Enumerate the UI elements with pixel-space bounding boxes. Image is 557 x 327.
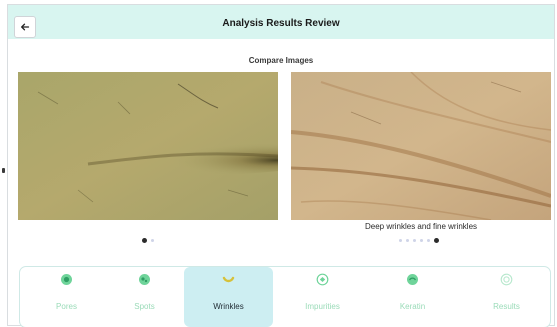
tab-impurities[interactable]: Impurities	[278, 267, 367, 327]
page-title: Analysis Results Review	[222, 18, 340, 29]
spots-icon	[138, 273, 151, 286]
carousel-dots-left[interactable]	[142, 238, 154, 243]
tab-label: Impurities	[305, 302, 340, 311]
compare-images-label: Compare Images	[248, 56, 314, 65]
carousel-dot[interactable]	[434, 238, 439, 243]
tab-spots[interactable]: Spots	[100, 267, 189, 327]
impurities-icon	[316, 273, 329, 286]
carousel-dot[interactable]	[420, 239, 423, 242]
carousel-dot[interactable]	[413, 239, 416, 242]
skin-image-before[interactable]	[18, 72, 278, 220]
results-icon	[500, 273, 513, 286]
tab-label: Keratin	[399, 302, 426, 311]
tab-wrinkles[interactable]: Wrinkles	[184, 267, 273, 327]
app-window: Analysis Results Review Compare Images D…	[7, 4, 555, 327]
tab-keratin[interactable]: Keratin	[368, 267, 457, 327]
wrinkles-icon	[222, 273, 235, 286]
carousel-dot[interactable]	[406, 239, 409, 242]
tab-label: Results	[493, 302, 520, 311]
pores-icon	[60, 273, 73, 286]
tab-label: Pores	[56, 302, 77, 311]
header-bar: Analysis Results Review	[8, 5, 554, 39]
keratin-icon	[406, 273, 419, 286]
tab-label: Spots	[134, 302, 155, 311]
analysis-tab-bar: Pores Spots Wrinkles Impurities Keratin	[19, 266, 551, 327]
tab-results[interactable]: Results	[462, 267, 551, 327]
carousel-dot[interactable]	[427, 239, 430, 242]
carousel-dot[interactable]	[399, 239, 402, 242]
skin-image-after[interactable]	[291, 72, 551, 220]
carousel-dot[interactable]	[151, 239, 154, 242]
carousel-dots-right[interactable]	[399, 238, 439, 243]
carousel-dot[interactable]	[142, 238, 147, 243]
tab-label: Wrinkles	[213, 302, 244, 311]
image-caption: Deep wrinkles and fine wrinkles	[364, 222, 478, 231]
tab-pores[interactable]: Pores	[22, 267, 111, 327]
window-edge-marker	[2, 168, 5, 173]
